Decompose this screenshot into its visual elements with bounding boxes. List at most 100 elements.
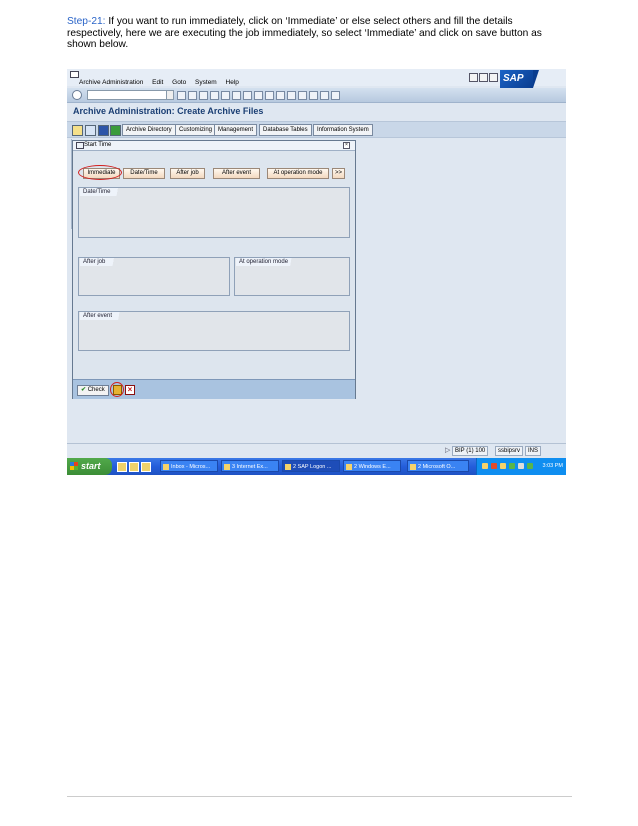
windows-flag-icon [70, 462, 78, 470]
enter-icon[interactable] [72, 90, 82, 100]
taskbar-inbox-label: Inbox - Micros... [171, 464, 211, 470]
last-page-icon[interactable] [287, 91, 296, 100]
system-status: BIP (1) 100 [452, 446, 489, 456]
layout-icon[interactable] [331, 91, 340, 100]
taskbar-internet-explorer[interactable]: 3 Internet Ex... [221, 460, 279, 472]
next-page-icon[interactable] [276, 91, 285, 100]
variant-icon[interactable] [85, 125, 96, 136]
after-job-button[interactable]: After job [170, 168, 205, 179]
operation-mode-panel: At operation mode [234, 257, 350, 296]
more-button[interactable]: >> [332, 168, 345, 179]
windows-taskbar: start Inbox - Micros... 3 Internet Ex...… [67, 458, 566, 475]
start-button[interactable]: start [67, 458, 112, 475]
tray-icon[interactable] [509, 463, 515, 469]
close-window-icon[interactable] [489, 73, 498, 82]
taskbar-sap-label: 2 SAP Logon ... [293, 464, 332, 470]
quick-launch-icon[interactable] [117, 462, 127, 472]
management-button[interactable]: Management [214, 124, 258, 136]
archive-directory-button[interactable]: Archive Directory [122, 124, 176, 136]
new-session-icon[interactable] [298, 91, 307, 100]
tray-icon[interactable] [500, 463, 506, 469]
menu-archive-administration[interactable]: Archive Administration [79, 79, 143, 86]
tray-icon[interactable] [491, 463, 497, 469]
info-icon[interactable] [98, 125, 109, 136]
menu-goto[interactable]: Goto [172, 79, 186, 86]
sap-screenshot: Archive Administration Edit Goto System … [67, 69, 566, 475]
sap-logon-icon [285, 464, 291, 470]
customizing-button[interactable]: Customizing [175, 124, 217, 136]
window-controls [468, 73, 498, 84]
dialog-window-icon [76, 142, 84, 149]
after-event-panel: After event [78, 311, 350, 351]
taskbar-clock: 3:03 PM [542, 463, 563, 469]
status-expand-icon[interactable]: ▷ [445, 446, 450, 454]
taskbar-sap-logon[interactable]: 2 SAP Logon ... [282, 460, 340, 472]
taskbar-windows-explorer[interactable]: 2 Windows E... [343, 460, 401, 472]
tray-icon[interactable] [527, 463, 533, 469]
shortcut-icon[interactable] [309, 91, 318, 100]
cancel-icon[interactable]: × [125, 385, 135, 395]
find-icon[interactable] [232, 91, 241, 100]
page-footer-rule [67, 796, 572, 797]
job-icon[interactable] [110, 125, 121, 136]
check-button[interactable]: ✔ Check [77, 385, 109, 396]
print-icon[interactable] [221, 91, 230, 100]
start-label: start [81, 461, 101, 471]
datetime-button[interactable]: Date/Time [123, 168, 165, 179]
minimize-icon[interactable] [469, 73, 478, 82]
tray-icon[interactable] [518, 463, 524, 469]
first-page-icon[interactable] [254, 91, 263, 100]
menu-help[interactable]: Help [226, 79, 239, 86]
check-button-label: Check [87, 387, 105, 393]
find-next-icon[interactable] [243, 91, 252, 100]
dialog-close-icon[interactable]: × [343, 142, 350, 149]
system-tray: 3:03 PM [476, 458, 566, 475]
taskbar-microsoft-office[interactable]: 2 Microsoft O... [407, 460, 469, 472]
execute-icon[interactable] [72, 125, 83, 136]
dialog-titlebar: Start Time × [73, 141, 355, 151]
input-mode-status: INS [525, 446, 542, 456]
quick-launch [117, 462, 153, 474]
help-icon[interactable] [320, 91, 329, 100]
exit-icon[interactable] [199, 91, 208, 100]
command-field[interactable] [87, 90, 167, 100]
datetime-panel: Date/Time [78, 187, 350, 238]
start-time-dialog: Start Time × Immediate Date/Time After j… [72, 140, 356, 399]
after-event-panel-label: After event [80, 312, 129, 320]
quick-launch-icon[interactable] [141, 462, 151, 472]
back-icon[interactable] [177, 91, 186, 100]
checkmark-icon: ✔ [81, 387, 87, 393]
after-event-button[interactable]: After event [213, 168, 260, 179]
step-label: Step-21: [67, 16, 106, 27]
operation-mode-panel-label: At operation mode [236, 258, 305, 266]
standard-toolbar [67, 88, 566, 103]
taskbar-ie-label: 3 Internet Ex... [232, 464, 268, 470]
database-tables-button[interactable]: Database Tables [259, 124, 312, 136]
menu-edit[interactable]: Edit [152, 79, 163, 86]
taskbar-explorer-label: 2 Windows E... [354, 464, 391, 470]
after-job-panel: After job [78, 257, 230, 296]
command-dropdown-icon[interactable] [166, 90, 174, 100]
window-menu-icon[interactable] [70, 71, 79, 78]
prev-page-icon[interactable] [265, 91, 274, 100]
instruction-line-3: shown below. [67, 39, 129, 51]
menu-system[interactable]: System [195, 79, 217, 86]
maximize-icon[interactable] [479, 73, 488, 82]
save-highlight-ring [110, 382, 124, 397]
word-icon [410, 464, 416, 470]
datetime-panel-label: Date/Time [80, 188, 127, 196]
dialog-footer: ✔ Check × [73, 379, 355, 399]
taskbar-office-label: 2 Microsoft O... [418, 464, 456, 470]
ie-icon [224, 464, 230, 470]
save-toolbar-icon[interactable] [188, 91, 197, 100]
operation-mode-button[interactable]: At operation mode [267, 168, 329, 179]
cancel-toolbar-icon[interactable] [210, 91, 219, 100]
application-toolbar: Archive Directory Customizing Management… [67, 121, 566, 138]
outlook-icon [163, 464, 169, 470]
after-job-panel-label: After job [80, 258, 122, 266]
taskbar-inbox[interactable]: Inbox - Micros... [160, 460, 218, 472]
quick-launch-icon[interactable] [129, 462, 139, 472]
tray-icon[interactable] [482, 463, 488, 469]
information-system-button[interactable]: Information System [313, 124, 373, 136]
server-status: ssbipsrv [495, 446, 524, 456]
